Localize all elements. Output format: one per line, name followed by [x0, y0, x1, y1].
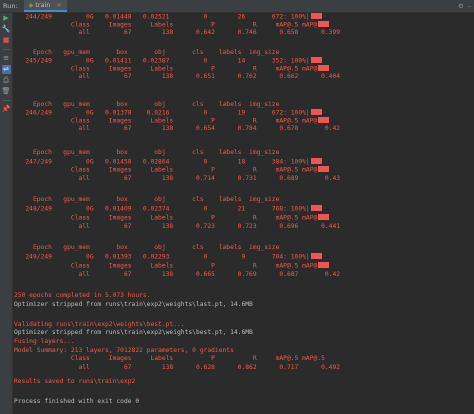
console-line: all 67 138 0.723 0.723 0.696 0.441 [14, 223, 341, 230]
console-line: Model Summary: 213 layers, 7012822 param… [14, 347, 234, 354]
console-line: Optimizer stripped from runs\train\exp2\… [14, 329, 253, 336]
progress-bar-fill [310, 205, 322, 211]
run-tool-window-header: Run: ◆ train × ⚙ – [0, 0, 474, 13]
console-line: Validating runs\train\exp2\weights\best.… [14, 321, 185, 328]
tab-train[interactable]: ◆ train × [23, 0, 67, 12]
run-label: Run: [3, 2, 18, 10]
console-line: Class Images Labels P R mAP@.5 mAP@ [14, 166, 330, 175]
console-line: Optimizer stripped from runs\train\exp2\… [14, 301, 253, 308]
minimize-icon[interactable]: – [468, 2, 471, 10]
settings-icon[interactable]: ⚙ [458, 2, 464, 10]
run-toolbar: ▶ 🔧 ■ ≡ ⇌ ⎙ 🗑 📌 [0, 13, 13, 414]
console-line: Epoch gpu_mem box obj cls labels img_siz… [14, 49, 280, 56]
console-line: all 67 138 0.651 0.762 0.662 0.404 [14, 73, 341, 80]
progress-bar-fill [310, 158, 322, 164]
console-line: Epoch gpu_mem box obj cls labels img_siz… [14, 101, 280, 108]
console-line: Class Images Labels P R mAP@.5 mAP@ [14, 214, 330, 223]
progress-bar-fill [310, 109, 322, 115]
console-line: 249/249 0G 0.01393 0.02293 0 9 704: 100%… [14, 253, 322, 262]
stop-icon[interactable]: ■ [2, 36, 11, 45]
console-line: all 67 138 0.714 0.731 0.689 0.43 [14, 175, 341, 182]
restore-layout-icon[interactable]: ≡ [2, 54, 11, 63]
progress-bar-fill [310, 253, 322, 259]
console-line: Class Images Labels P R mAP@.5 mAP@ [14, 262, 330, 271]
tab-train-label: train [35, 1, 51, 9]
console-line: Results saved to runs\train\exp2 [14, 378, 136, 385]
progress-bar-fill [310, 13, 322, 19]
print-icon[interactable]: ⎙ [2, 76, 11, 85]
rerun-icon[interactable]: ▶ [2, 14, 11, 23]
console-line: all 67 138 0.654 0.784 0.678 0.42 [14, 125, 341, 132]
progress-bar-fill [318, 262, 330, 268]
progress-bar-fill [318, 214, 330, 220]
progress-bar-fill [310, 57, 322, 63]
pin-icon[interactable]: 📌 [2, 105, 11, 114]
console-line: Class Images Labels P R mAP@.5 mAP@.5 [14, 355, 325, 362]
progress-bar-fill [318, 117, 330, 123]
wrench-icon[interactable]: 🔧 [2, 25, 11, 34]
toolbar-separator [2, 100, 10, 101]
toolbar-separator [2, 49, 10, 50]
console-line: Epoch gpu_mem box obj cls labels img_siz… [14, 149, 280, 156]
console-line: Epoch gpu_mem box obj cls labels img_siz… [14, 196, 280, 203]
console-line: all 67 138 0.642 0.746 0.658 0.399 [14, 29, 341, 36]
progress-bar-fill [318, 166, 330, 172]
progress-bar-fill [318, 21, 330, 27]
console-line: Process finished with exit code 0 [14, 398, 140, 405]
console-line: all 67 138 0.665 0.769 0.687 0.42 [14, 271, 341, 278]
progress-bar-fill [318, 65, 330, 71]
console-line: 250 epochs completed in 5.073 hours. [14, 292, 151, 299]
console-line: all 67 138 0.628 0.862 0.717 0.492 [14, 364, 341, 371]
python-run-icon: ◆ [28, 1, 34, 9]
console-line: 248/249 0G 0.01409 0.02374 0 21 768: 100… [14, 205, 322, 214]
delete-icon[interactable]: 🗑 [2, 87, 11, 96]
close-icon[interactable]: × [56, 1, 61, 9]
console-output[interactable]: 244/249 0G 0.01448 0.02521 0 26 672: 100… [14, 13, 472, 411]
console-line: Epoch gpu_mem box obj cls labels img_siz… [14, 244, 280, 251]
soft-wrap-icon[interactable]: ⇌ [1, 65, 11, 74]
console-line: Fusing layers... [14, 338, 75, 345]
